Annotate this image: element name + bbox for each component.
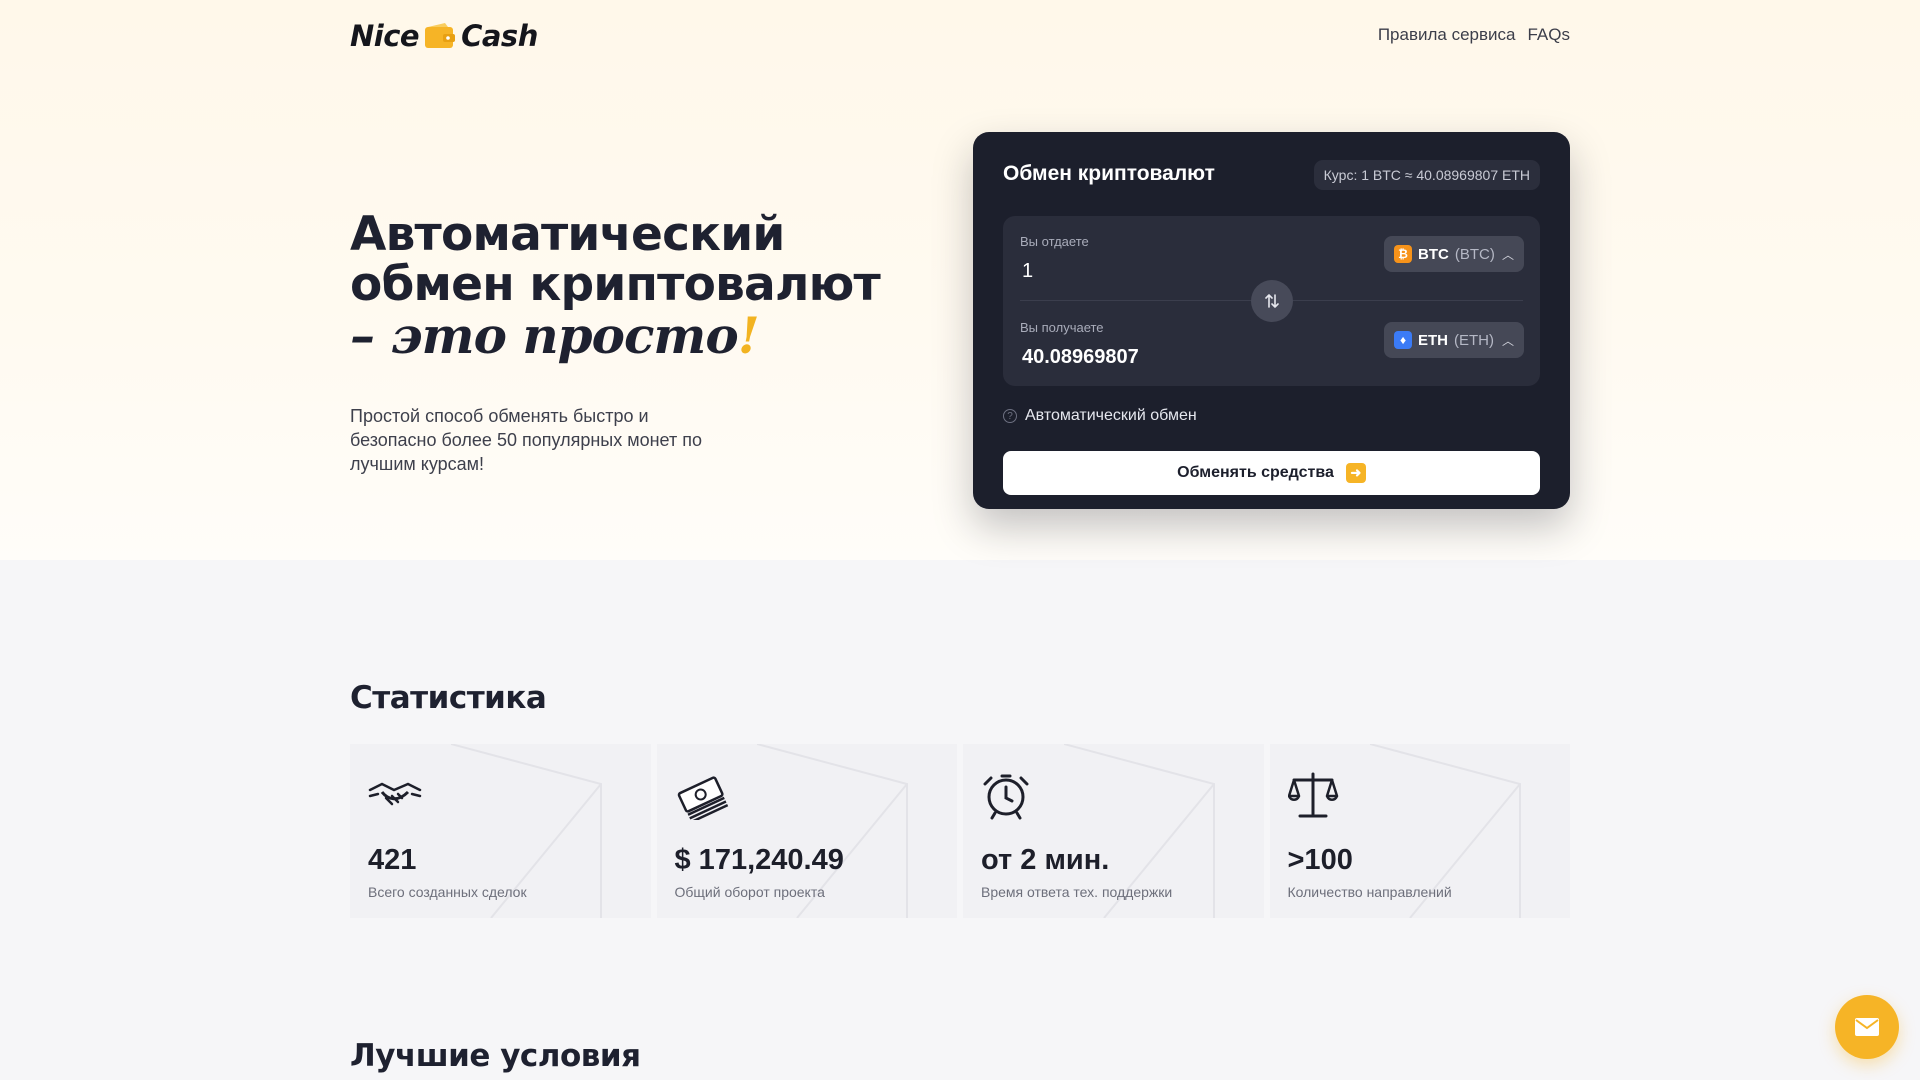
hero-tagline-text: – это просто <box>350 306 739 365</box>
stat-label: Всего созданных сделок <box>368 884 527 900</box>
exchange-submit-button[interactable]: Обменять средства ➜ <box>1003 451 1540 495</box>
best-conditions-title: Лучшие условия <box>350 1038 641 1074</box>
alarm-clock-icon <box>983 774 1029 820</box>
submit-label: Обменять средства <box>1177 464 1334 481</box>
auto-exchange-info: ? Автоматический обмен <box>1003 407 1197 425</box>
exchange-fields: Вы отдаете ₿ BTC (BTC) ︿ Вы получаете ♦ … <box>1003 216 1540 386</box>
get-currency-select[interactable]: ♦ ETH (ETH) ︿ <box>1384 322 1524 358</box>
stats-grid: 421 Всего созданных сделок $ 171,240.49 … <box>350 744 1570 918</box>
hero-tagline: – это просто! <box>350 306 760 366</box>
wallet-icon <box>423 22 457 50</box>
hero-title-line2: обмен криптовалют <box>350 257 881 312</box>
stat-label: Общий оборот проекта <box>674 884 825 900</box>
question-icon[interactable]: ? <box>1003 409 1017 423</box>
mail-icon <box>1855 1018 1879 1036</box>
get-currency-sub: (ETH) <box>1454 331 1494 349</box>
give-currency-code: BTC <box>1418 245 1449 263</box>
get-amount-input[interactable] <box>1020 342 1340 372</box>
auto-exchange-label: Автоматический обмен <box>1025 407 1197 424</box>
contact-mail-button[interactable] <box>1835 995 1899 1059</box>
get-currency-code: ETH <box>1418 331 1448 349</box>
give-currency-select[interactable]: ₿ BTC (BTC) ︿ <box>1384 236 1524 272</box>
exchange-title: Обмен криптовалют <box>1003 162 1215 185</box>
stat-value: >100 <box>1287 844 1353 876</box>
arrow-right-icon: ➜ <box>1345 463 1366 483</box>
stat-value: $ 171,240.49 <box>674 844 844 876</box>
logo-text-nice: Nice <box>350 19 420 53</box>
exchange-rate-badge: Курс: 1 BTC ≈ 40.08969807 ETH <box>1313 160 1540 190</box>
give-amount-input[interactable] <box>1020 256 1340 286</box>
logo[interactable]: Nice Cash <box>350 16 538 56</box>
nav-faqs-link[interactable]: FAQs <box>1527 25 1570 45</box>
stat-card-directions: >100 Количество направлений <box>1269 744 1570 918</box>
swap-arrows-icon <box>1265 294 1279 308</box>
top-nav: Правила сервиса FAQs <box>1378 25 1570 45</box>
scales-icon <box>1287 772 1338 818</box>
handshake-icon <box>368 782 422 806</box>
logo-text-cash: Cash <box>461 19 538 53</box>
stat-label: Количество направлений <box>1287 884 1452 900</box>
stat-value: 421 <box>368 844 417 876</box>
hero-description: Простой способ обменять быстро и безопас… <box>350 406 702 474</box>
stat-card-turnover: $ 171,240.49 Общий оборот проекта <box>656 744 957 918</box>
ethereum-icon: ♦ <box>1394 331 1412 349</box>
give-currency-sub: (BTC) <box>1454 245 1495 263</box>
hero-tagline-exclamation: ! <box>737 306 760 365</box>
hero-title: Автоматический обмен криптовалют <box>350 207 881 312</box>
give-label: Вы отдаете <box>1020 234 1089 249</box>
hero-section <box>0 0 1920 560</box>
stat-card-response: от 2 мин. Время ответа тех. поддержки <box>963 744 1264 918</box>
nav-rules-link[interactable]: Правила сервиса <box>1378 25 1516 45</box>
chevron-up-icon: ︿ <box>1501 247 1514 262</box>
chevron-up-icon: ︿ <box>1501 333 1514 348</box>
exchange-card: Обмен криптовалют Курс: 1 BTC ≈ 40.08969… <box>973 132 1570 509</box>
swap-button[interactable] <box>1251 280 1293 322</box>
money-stack-icon <box>677 776 728 820</box>
stats-title: Статистика <box>350 680 547 716</box>
stat-card-deals: 421 Всего созданных сделок <box>350 744 651 918</box>
get-label: Вы получаете <box>1020 320 1104 335</box>
bitcoin-icon: ₿ <box>1394 245 1412 263</box>
hero-title-line1: Автоматический <box>350 207 785 262</box>
stat-value: от 2 мин. <box>981 844 1110 876</box>
stat-label: Время ответа тех. поддержки <box>981 884 1173 900</box>
